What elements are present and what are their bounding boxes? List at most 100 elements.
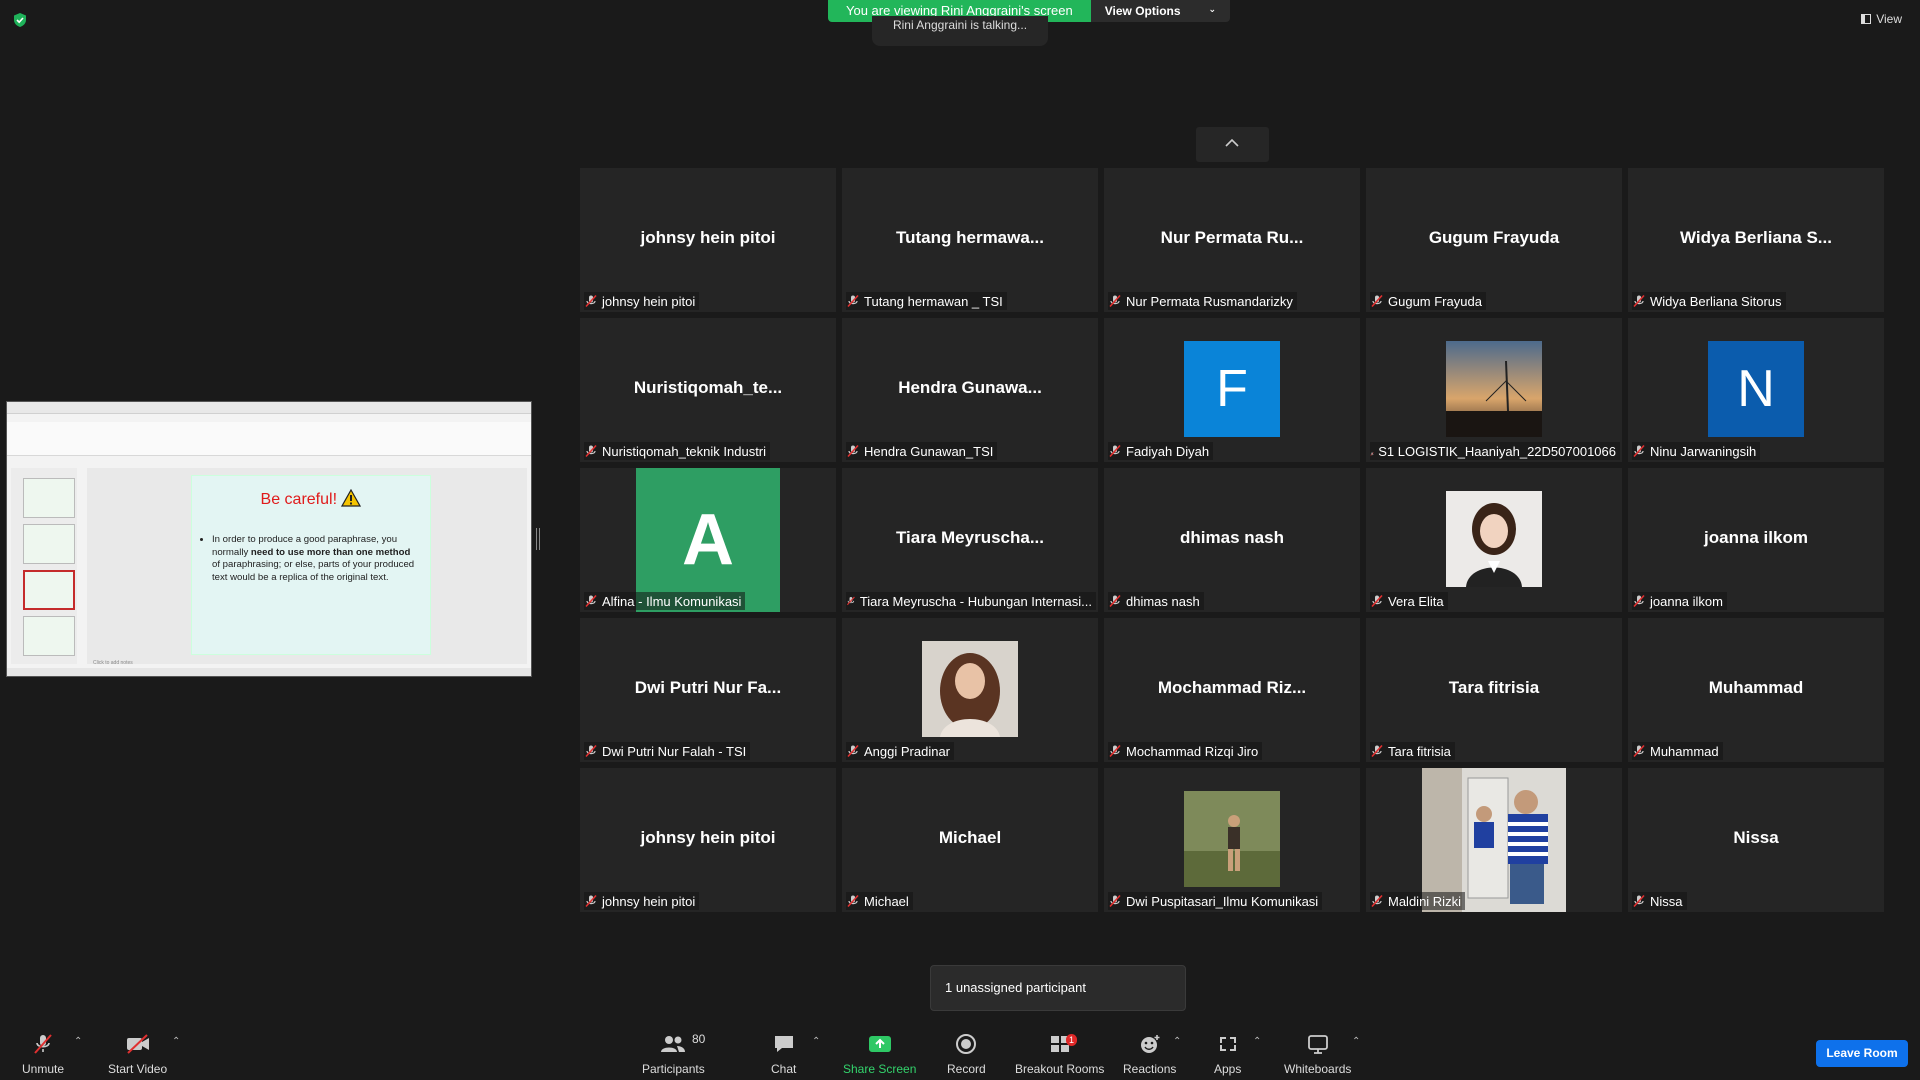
participant-tile[interactable]: N Ninu Jarwaningsih: [1628, 318, 1884, 462]
shared-screen-view[interactable]: Be careful! In order to produce a good p…: [6, 401, 532, 677]
participant-name-label: Vera Elita: [1370, 592, 1448, 610]
participant-name: Anggi Pradinar: [864, 743, 950, 759]
whiteboards-chevron-icon[interactable]: ⌃: [1352, 1036, 1360, 1047]
participant-name-label: Maldini Rizki: [1370, 892, 1465, 910]
participant-tile[interactable]: Vera Elita: [1366, 468, 1622, 612]
participant-tile[interactable]: Dwi Puspitasari_Ilmu Komunikasi: [1104, 768, 1360, 912]
muted-mic-icon: [34, 1034, 52, 1054]
muted-mic-icon: [1370, 444, 1374, 458]
participant-name-label: Ninu Jarwaningsih: [1632, 442, 1761, 460]
participant-name: Michael: [864, 893, 909, 909]
participant-tile[interactable]: Tara fitrisia Tara fitrisia: [1366, 618, 1622, 762]
view-options-button[interactable]: View Options ⌄: [1090, 0, 1231, 22]
view-button[interactable]: View: [1861, 12, 1902, 26]
participant-name: dhimas nash: [1126, 593, 1200, 609]
video-options-chevron-icon[interactable]: ⌃: [172, 1036, 180, 1047]
participant-tile[interactable]: Hendra Gunawa... Hendra Gunawan_TSI: [842, 318, 1098, 462]
profile-photo: [922, 641, 1018, 737]
participant-name: Nissa: [1650, 893, 1683, 909]
reactions-button[interactable]: Reactions: [1123, 1032, 1176, 1076]
participant-tile[interactable]: dhimas nash dhimas nash: [1104, 468, 1360, 612]
participant-display-name: Widya Berliana S...: [1680, 228, 1832, 247]
participant-name: Ninu Jarwaningsih: [1650, 443, 1757, 459]
splitter-handle[interactable]: [536, 528, 540, 550]
slide-title: Be careful!: [192, 488, 430, 509]
audio-options-chevron-icon[interactable]: ⌃: [74, 1036, 82, 1047]
participant-tile[interactable]: johnsy hein pitoi johnsy hein pitoi: [580, 768, 836, 912]
record-button[interactable]: Record: [947, 1032, 986, 1076]
muted-mic-icon: [1108, 594, 1122, 608]
profile-photo: [1422, 768, 1566, 912]
participant-display-name: joanna ilkom: [1704, 528, 1808, 547]
apps-button[interactable]: Apps: [1214, 1032, 1241, 1076]
muted-mic-icon: [1370, 894, 1384, 908]
participant-tile[interactable]: johnsy hein pitoi johnsy hein pitoi: [580, 168, 836, 312]
participant-name: Tiara Meyruscha - Hubungan Internasi...: [859, 593, 1092, 609]
participant-display-name: Tara fitrisia: [1448, 678, 1540, 697]
participant-name: Widya Berliana Sitorus: [1650, 293, 1782, 309]
participant-display-name: Hendra Gunawa...: [898, 378, 1042, 397]
muted-mic-icon: [1632, 444, 1646, 458]
participant-tile[interactable]: Nuristiqomah_te... Nuristiqomah_teknik In…: [580, 318, 836, 462]
profile-photo: [1446, 341, 1542, 437]
participant-tile[interactable]: Mochammad Riz... Mochammad Rizqi Jiro: [1104, 618, 1360, 762]
participant-name: S1 LOGISTIK_Haaniyah_22D507001066: [1378, 443, 1616, 459]
participant-tile[interactable]: Nur Permata Ru... Nur Permata Rusmandariz…: [1104, 168, 1360, 312]
participant-name: Tutang hermawan _ TSI: [864, 293, 1003, 309]
leave-room-button[interactable]: Leave Room: [1816, 1040, 1908, 1067]
participant-name-label: Nuristiqomah_teknik Industri: [584, 442, 771, 460]
participant-tile[interactable]: S1 LOGISTIK_Haaniyah_22D507001066: [1366, 318, 1622, 462]
participant-tile[interactable]: Widya Berliana S... Widya Berliana Sitoru…: [1628, 168, 1884, 312]
chat-options-chevron-icon[interactable]: ⌃: [812, 1036, 820, 1047]
muted-mic-icon: [846, 444, 860, 458]
participant-display-name: johnsy hein pitoi: [640, 228, 776, 247]
participant-tile[interactable]: F Fadiyah Diyah: [1104, 318, 1360, 462]
participant-name-label: Tara fitrisia: [1370, 742, 1455, 760]
current-slide: Be careful! In order to produce a good p…: [191, 475, 431, 655]
participant-name-label: S1 LOGISTIK_Haaniyah_22D507001066: [1370, 442, 1620, 460]
breakout-rooms-button[interactable]: Breakout Rooms: [1015, 1032, 1104, 1076]
slide-thumbnail: [23, 616, 75, 656]
participant-tile[interactable]: Anggi Pradinar: [842, 618, 1098, 762]
participant-name-label: Tiara Meyruscha - Hubungan Internasi...: [846, 592, 1096, 610]
muted-mic-icon: [1370, 744, 1384, 758]
warning-triangle-icon: [341, 488, 362, 507]
participant-name-label: Anggi Pradinar: [846, 742, 954, 760]
slide-thumbnail-selected: [23, 570, 75, 610]
chat-button[interactable]: Chat: [771, 1032, 796, 1076]
muted-mic-icon: [584, 594, 598, 608]
participant-display-name: Michael: [938, 828, 1002, 847]
participant-tile[interactable]: Muhammad Muhammad: [1628, 618, 1884, 762]
participant-name-label: Muhammad: [1632, 742, 1723, 760]
participant-display-name: Mochammad Riz...: [1157, 678, 1307, 697]
participant-display-name: dhimas nash: [1180, 528, 1284, 547]
security-shield-icon[interactable]: [12, 12, 28, 28]
start-video-button[interactable]: Start Video: [108, 1032, 167, 1076]
apps-chevron-icon[interactable]: ⌃: [1253, 1036, 1261, 1047]
unassigned-participant-popup[interactable]: 1 unassigned participant: [930, 965, 1186, 1011]
participant-tile[interactable]: Tiara Meyruscha... Tiara Meyruscha - Hubu…: [842, 468, 1098, 612]
record-icon: [956, 1034, 977, 1054]
participant-tile[interactable]: A Alfina - Ilmu Komunikasi: [580, 468, 836, 612]
participant-tile[interactable]: joanna ilkom joanna ilkom: [1628, 468, 1884, 612]
participants-button[interactable]: 80 Participants: [642, 1032, 705, 1076]
muted-mic-icon: [1632, 744, 1646, 758]
muted-mic-icon: [1370, 294, 1384, 308]
participant-tile[interactable]: Tutang hermawa... Tutang hermawan _ TSI: [842, 168, 1098, 312]
participant-name-label: Hendra Gunawan_TSI: [846, 442, 998, 460]
view-label: View: [1876, 12, 1902, 26]
participant-tile[interactable]: Dwi Putri Nur Fa... Dwi Putri Nur Falah -…: [580, 618, 836, 762]
ribbon-toolbar: [7, 422, 531, 456]
participant-tile[interactable]: Nissa Nissa: [1628, 768, 1884, 912]
unmute-button[interactable]: Unmute: [22, 1032, 64, 1076]
whiteboards-button[interactable]: Whiteboards: [1284, 1032, 1351, 1076]
reactions-chevron-icon[interactable]: ⌃: [1173, 1036, 1181, 1047]
collapse-gallery-button[interactable]: [1196, 127, 1269, 162]
participant-name-label: Tutang hermawan _ TSI: [846, 292, 1007, 310]
muted-mic-icon: [584, 894, 598, 908]
muted-mic-icon: [1108, 894, 1122, 908]
share-screen-button[interactable]: Share Screen: [843, 1032, 916, 1076]
participant-tile[interactable]: Gugum Frayuda Gugum Frayuda: [1366, 168, 1622, 312]
participant-tile[interactable]: Maldini Rizki: [1366, 768, 1622, 912]
participant-tile[interactable]: Michael Michael: [842, 768, 1098, 912]
